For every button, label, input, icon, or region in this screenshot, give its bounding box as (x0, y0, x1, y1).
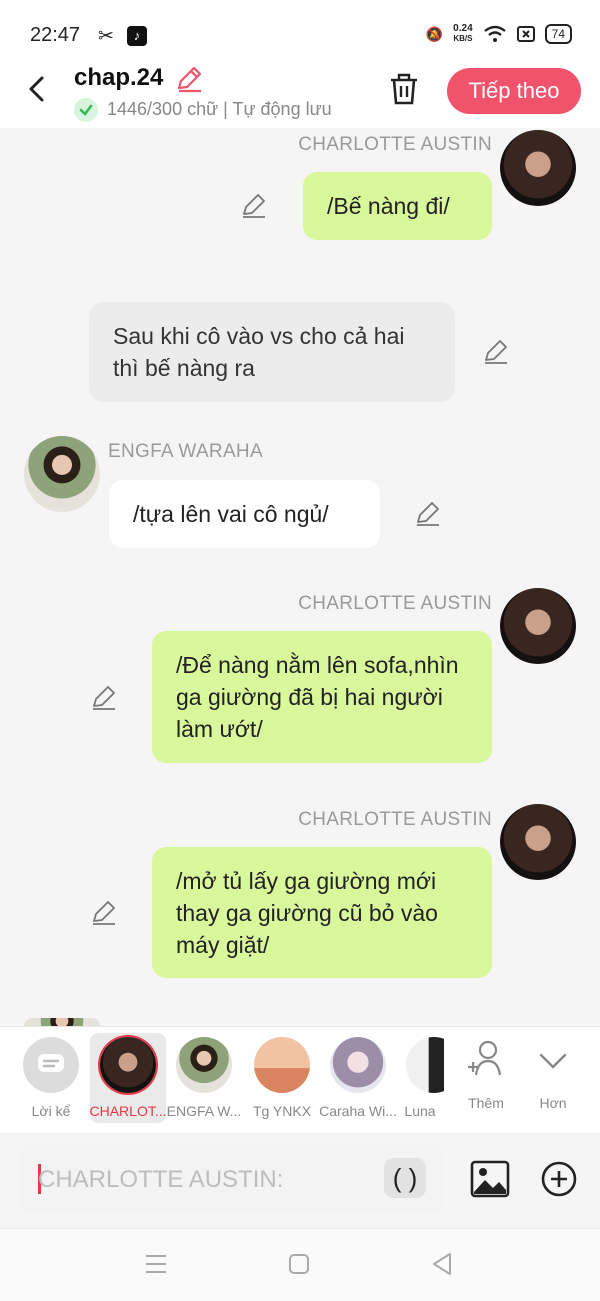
status-icons: 🔕 0.24 KB/S 74 (426, 24, 572, 44)
avatar (176, 1037, 232, 1093)
avatar-charlotte[interactable] (500, 130, 576, 206)
avatar-engfa-partial (24, 1018, 100, 1026)
speaker-name: CHARLOTTE AUSTIN (298, 593, 492, 614)
edit-pencil-icon[interactable] (90, 899, 118, 927)
net-speed-unit: KB/S (453, 34, 473, 43)
capcut-icon: ✂ (98, 26, 114, 47)
status-time: 22:47 (30, 24, 81, 46)
more-button[interactable]: Hơn (515, 1033, 591, 1123)
wifi-icon (483, 25, 506, 42)
more-label: Hơn (539, 1095, 567, 1111)
character-label: Luna (404, 1103, 436, 1119)
character-engfa[interactable]: ENGFA W... (166, 1033, 242, 1123)
avatar (100, 1037, 156, 1093)
status-bar: 22:47 ✂ ♪ 🔕 0.24 KB/S 74 (0, 0, 600, 60)
edit-title-icon[interactable] (174, 64, 204, 94)
avatar-charlotte[interactable] (500, 804, 576, 880)
mute-bell-icon: 🔕 (425, 25, 444, 42)
tiktok-icon: ♪ (127, 26, 147, 46)
editor-header: chap.24 1446/300 chữ | Tự động lưu Tiếp … (0, 60, 600, 128)
character-caraha[interactable]: Caraha Wi... (319, 1033, 397, 1123)
edit-pencil-icon[interactable] (482, 338, 510, 366)
battery-indicator: 74 (544, 24, 572, 44)
next-button[interactable]: Tiếp theo (447, 68, 581, 114)
trash-icon[interactable] (388, 72, 420, 106)
character-charlotte[interactable]: CHARLOT... (89, 1033, 167, 1123)
image-icon[interactable] (470, 1160, 510, 1198)
back-nav-icon[interactable] (430, 1251, 454, 1277)
menu-icon[interactable] (144, 1253, 168, 1275)
speaker-name: ENGFA WARAHA (108, 441, 263, 462)
system-nav-bar (0, 1228, 600, 1301)
chapter-title[interactable]: chap.24 (74, 64, 163, 92)
edit-pencil-icon[interactable] (90, 684, 118, 712)
add-icon[interactable] (540, 1160, 578, 1198)
message-bubble[interactable]: /mở tủ lấy ga giường mới thay ga giường … (152, 847, 492, 978)
net-speed-value: 0.24 (453, 23, 473, 34)
sim-icon (516, 26, 535, 42)
avatar-engfa[interactable] (24, 436, 100, 512)
message-bubble[interactable]: /tựa lên vai cô ngủ/ (109, 480, 380, 548)
net-speed: 0.24 KB/S (453, 24, 472, 44)
chevron-down-icon (539, 1053, 567, 1069)
add-person-icon (468, 1040, 502, 1076)
avatar (406, 1037, 444, 1093)
character-tg-ynkx[interactable]: Tg YNKX (244, 1033, 320, 1123)
narration-bubble[interactable]: Sau khi cô vào vs cho cả hai thì bế nàng… (89, 302, 455, 402)
character-narrator[interactable]: Lời kể (13, 1033, 89, 1123)
speaker-name: CHARLOTTE AUSTIN (298, 134, 492, 155)
speaker-name: CHARLOTTE AUSTIN (298, 809, 492, 830)
avatar (330, 1037, 386, 1093)
message-input[interactable]: CHARLOTTE AUSTIN: ( ) (20, 1144, 442, 1214)
message-bubble[interactable]: /Để nàng nằm lên sofa,nhìn ga giường đã … (152, 631, 492, 763)
saved-check-icon (74, 98, 98, 122)
back-arrow-icon[interactable] (24, 74, 50, 104)
input-placeholder: CHARLOTTE AUSTIN: (38, 1166, 284, 1193)
edit-pencil-icon[interactable] (240, 192, 268, 220)
edit-pencil-icon[interactable] (414, 500, 442, 528)
parentheses-button[interactable]: ( ) (384, 1158, 426, 1198)
character-luna[interactable]: Luna (396, 1033, 444, 1123)
message-bubble[interactable]: /Bế nàng đi/ (303, 172, 492, 240)
home-icon[interactable] (288, 1253, 310, 1275)
character-label: Caraha Wi... (319, 1103, 397, 1119)
avatar (254, 1037, 310, 1093)
word-count-autosave: 1446/300 chữ | Tự động lưu (107, 99, 332, 119)
character-selector: Lời kể CHARLOT... ENGFA W... Tg YNKX Car… (0, 1026, 600, 1133)
avatar-charlotte[interactable] (500, 588, 576, 664)
narration-icon (23, 1037, 79, 1093)
